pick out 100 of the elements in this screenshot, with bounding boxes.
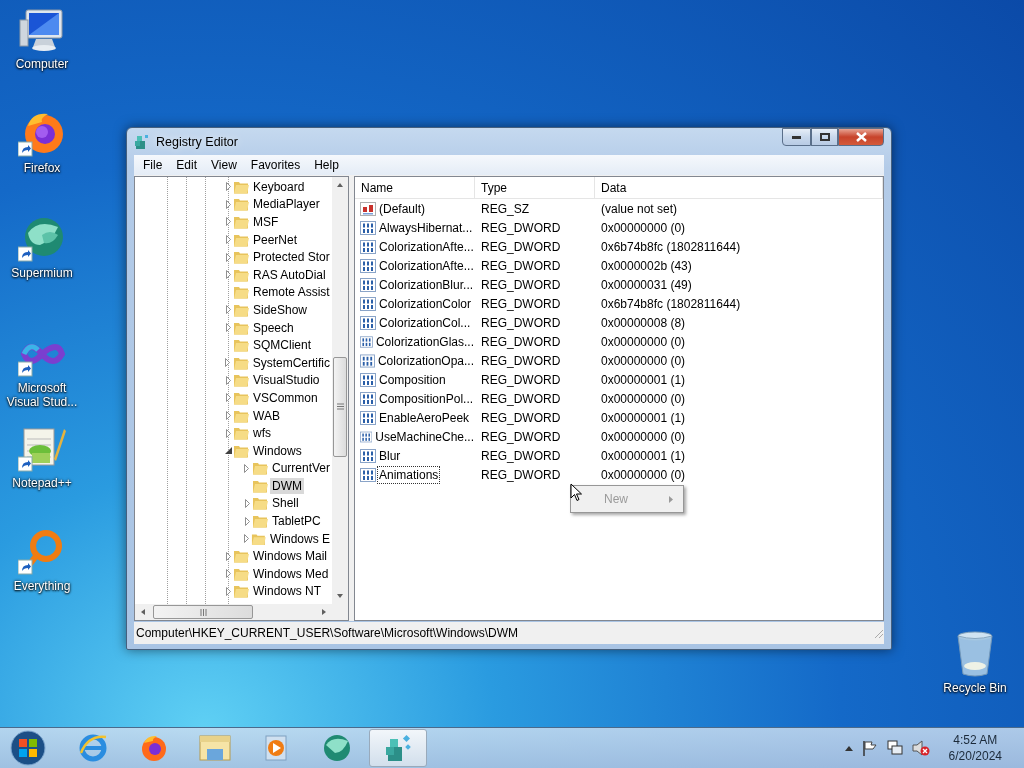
value-data: 0x00000001 (1) <box>600 372 687 387</box>
tree-item[interactable]: SideShow <box>251 301 310 318</box>
value-name[interactable]: ColorizationAfte... <box>378 257 475 274</box>
scroll-thumb[interactable] <box>153 605 253 619</box>
folder-window-icon[interactable] <box>198 733 232 763</box>
monitor-icon[interactable] <box>18 8 66 54</box>
tree-item[interactable]: CurrentVer <box>269 460 332 477</box>
scroll-thumb[interactable] <box>333 356 347 457</box>
binary-value-icon <box>360 277 376 292</box>
menu-item[interactable]: View <box>204 156 244 174</box>
notepad-icon[interactable] <box>18 425 66 473</box>
tree-item[interactable]: Windows Mail <box>251 548 329 565</box>
resize-grip-icon[interactable] <box>872 627 884 639</box>
tree-item[interactable]: SystemCertific <box>250 354 332 371</box>
trash-bin-icon[interactable] <box>955 630 995 678</box>
tree-item[interactable]: DWM <box>270 477 304 494</box>
tree-item[interactable]: Windows Med <box>251 565 331 582</box>
tree-item[interactable]: VSCommon <box>251 389 320 406</box>
menu-item[interactable]: File <box>136 156 170 174</box>
folder-icon <box>233 373 249 388</box>
folder-icon <box>252 461 268 476</box>
vertical-scrollbar[interactable] <box>332 177 348 604</box>
tree-item[interactable]: Shell <box>270 495 301 512</box>
value-name[interactable]: ColorizationAfte... <box>378 238 475 255</box>
tree-item[interactable]: Speech <box>251 319 296 336</box>
show-hidden-icon[interactable] <box>844 745 853 751</box>
clock-time[interactable]: 4:52 AM <box>953 732 998 748</box>
tree-item[interactable]: PeerNet <box>251 231 300 248</box>
value-type: REG_DWORD <box>480 353 562 368</box>
value-type: REG_SZ <box>480 201 530 216</box>
tree-item[interactable]: Windows E <box>267 530 332 547</box>
close-button[interactable] <box>838 128 884 146</box>
folder-icon <box>233 549 249 564</box>
maximize-icon <box>819 133 830 141</box>
flag-icon[interactable] <box>861 740 878 756</box>
desktop-icon-label[interactable]: Microsoft Visual Stud... <box>0 381 84 409</box>
clock-date[interactable]: 6/20/2024 <box>948 748 1002 764</box>
sphere-icon[interactable] <box>321 733 353 763</box>
cubes-icon <box>134 133 150 150</box>
value-name[interactable]: ColorizationGlas... <box>374 333 475 350</box>
column-header[interactable]: Name <box>355 177 475 198</box>
tree-item[interactable]: MediaPlayer <box>251 196 322 213</box>
value-name[interactable]: EnableAeroPeek <box>378 409 471 426</box>
tree-item[interactable]: Protected Stor <box>251 249 332 266</box>
value-name[interactable]: Composition <box>378 371 447 388</box>
value-name[interactable]: Blur <box>378 447 402 464</box>
value-name[interactable]: Animations <box>378 466 440 483</box>
value-data: 0x0000002b (43) <box>600 258 693 273</box>
value-name[interactable]: ColorizationOpa... <box>376 352 475 369</box>
folder-icon <box>233 197 249 212</box>
minimize-icon <box>792 135 801 139</box>
play-icon[interactable] <box>262 733 290 763</box>
tree-item[interactable]: wfs <box>251 425 273 442</box>
value-data: 0x00000001 (1) <box>600 410 687 425</box>
value-data: 0x00000000 (0) <box>600 353 687 368</box>
tree-item[interactable]: WAB <box>251 407 282 424</box>
tree-item[interactable]: RAS AutoDial <box>251 266 328 283</box>
fox-globe-icon[interactable] <box>139 733 169 763</box>
desktop-icon-label[interactable]: Firefox <box>23 161 61 175</box>
column-header[interactable]: Data <box>595 177 883 198</box>
sphere-icon[interactable] <box>18 215 66 263</box>
tree-item[interactable]: Windows <box>251 442 304 459</box>
network-icon[interactable] <box>886 740 903 756</box>
tree-item[interactable]: MSF <box>251 214 281 230</box>
value-name[interactable]: (Default) <box>378 200 426 217</box>
value-type: REG_DWORD <box>480 372 562 387</box>
value-name[interactable]: ColorizationCol... <box>378 314 472 331</box>
menu-item[interactable]: Help <box>307 156 346 174</box>
value-type: REG_DWORD <box>480 277 562 292</box>
window-title: Registry Editor <box>156 134 239 149</box>
start-orb-icon[interactable] <box>8 729 48 767</box>
maximize-button[interactable] <box>811 128 838 146</box>
column-header[interactable]: Type <box>475 177 595 198</box>
desktop-icon-label[interactable]: Supermium <box>11 266 73 280</box>
expand-arrow-icon[interactable] <box>244 463 250 473</box>
e-globe-icon[interactable] <box>78 733 108 763</box>
minimize-button[interactable] <box>782 128 811 146</box>
tree-item[interactable]: VisualStudio <box>251 372 322 389</box>
tree-item[interactable]: TabletPC <box>270 513 323 530</box>
value-name[interactable]: ColorizationColor <box>378 295 473 312</box>
value-data: 0x00000000 (0) <box>600 334 687 349</box>
menu-item[interactable]: Edit <box>169 156 205 174</box>
tree-item[interactable]: Remote Assist <box>251 284 332 301</box>
tree-item[interactable]: Keyboard <box>251 178 307 195</box>
horizontal-scrollbar[interactable] <box>135 604 332 620</box>
tree-item[interactable]: Windows NT <box>251 583 323 600</box>
value-name[interactable]: UseMachineChe... <box>374 428 475 445</box>
tree-item[interactable]: SQMClient <box>251 337 313 354</box>
menu-item[interactable]: Favorites <box>243 156 308 174</box>
value-type: REG_DWORD <box>480 429 562 444</box>
collapse-arrow-icon[interactable] <box>224 447 232 455</box>
value-name[interactable]: ColorizationBlur... <box>378 276 475 293</box>
folder-icon <box>233 566 249 581</box>
desktop-icon-label[interactable]: Computer <box>15 57 69 71</box>
desktop-icon-label[interactable]: Recycle Bin <box>943 681 1007 695</box>
value-name[interactable]: CompositionPol... <box>378 390 475 407</box>
folder-icon <box>233 302 249 317</box>
folder-icon <box>252 514 268 529</box>
value-name[interactable]: AlwaysHibernat... <box>378 219 474 236</box>
speaker-muted-icon[interactable] <box>911 740 930 756</box>
